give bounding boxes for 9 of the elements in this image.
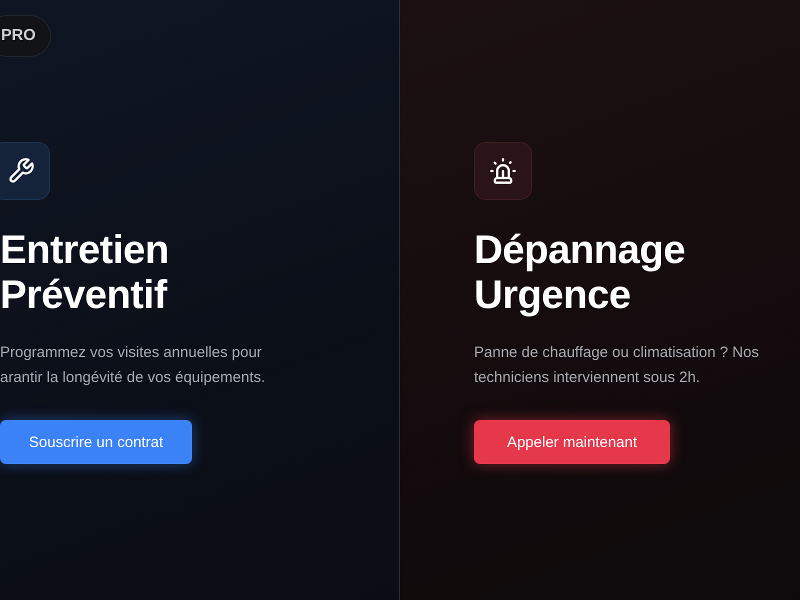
action-button[interactable]: Souscrire un contrat xyxy=(0,420,192,464)
panel-description: Panne de chauffage ou climatisation ? Nos techniciens interviennent sous 2h. xyxy=(474,343,759,388)
panel-title: Dépannage Urgence xyxy=(474,228,686,318)
action-button[interactable]: Appeler maintenant xyxy=(474,420,670,464)
panel-description: Programmez vos visites annuelles pour arantir la longévité de vos équipements. xyxy=(0,343,266,388)
pro-badge: PRO xyxy=(0,15,51,57)
siren-icon xyxy=(489,157,517,185)
wrench-icon xyxy=(7,157,35,185)
panel-title: Entretien Préventif xyxy=(0,228,169,318)
